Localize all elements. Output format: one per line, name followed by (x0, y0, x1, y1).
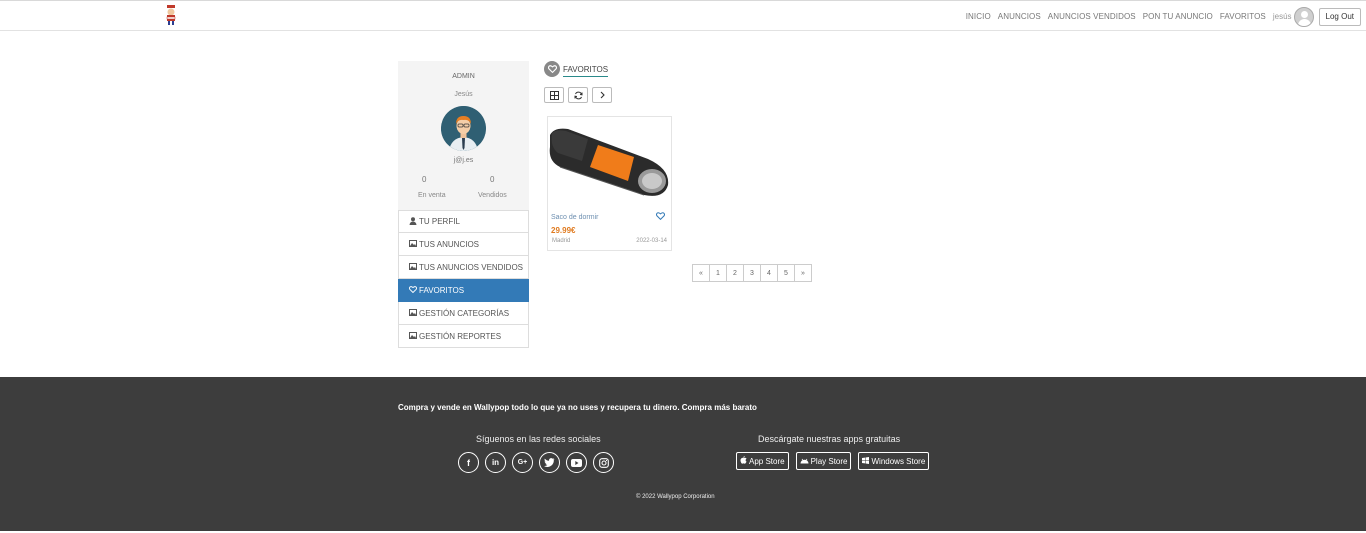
sold-label: Vendidos (478, 192, 507, 199)
menu-label: GESTIÓN REPORTES (419, 331, 502, 341)
nav-anuncios[interactable]: ANUNCIOS (998, 12, 1041, 21)
menu-label: TUS ANUNCIOS VENDIDOS (419, 262, 524, 272)
profile-menu: TU PERFIL TUS ANUNCIOS TUS ANUNCIOS VEND… (398, 210, 529, 348)
play-store-button[interactable]: Play Store (795, 452, 852, 470)
product-location: Madrid (552, 238, 571, 244)
pagination-page-1[interactable]: 1 (709, 264, 727, 282)
image-icon (408, 239, 417, 249)
main-nav: INICIO ANUNCIOS ANUNCIOS VENDIDOS PON TU… (966, 1, 1366, 32)
app-store-label: App Store (749, 456, 785, 466)
profile-email: j@j.es (453, 157, 474, 164)
copyright: © 2022 Wallypop Corporation (636, 494, 715, 500)
menu-tus-anuncios[interactable]: TUS ANUNCIOS (398, 233, 529, 256)
footer: Compra y vende en Wallypop todo lo que y… (0, 377, 1366, 531)
logout-button[interactable]: Log Out (1318, 7, 1361, 26)
product-date: 2022-03-14 (636, 238, 667, 244)
favorites-header: FAVORITOS (544, 61, 609, 77)
menu-label: FAVORITOS (419, 285, 465, 295)
menu-label: TU PERFIL (419, 217, 460, 226)
windows-store-label: Windows Store (871, 456, 926, 466)
favorites-toolbar (544, 87, 616, 103)
twitter-icon[interactable] (539, 452, 560, 473)
wallypop-logo-icon[interactable] (163, 4, 179, 26)
google-plus-icon[interactable]: G+ (512, 452, 533, 473)
nav-pon-tu-anuncio[interactable]: PON TU ANUNCIO (1143, 12, 1213, 21)
profile-name: Jesús (454, 91, 473, 98)
menu-tus-anuncios-vendidos[interactable]: TUS ANUNCIOS VENDIDOS (398, 256, 529, 279)
linkedin-icon[interactable]: in (485, 452, 506, 473)
product-name[interactable]: Saco de dormir (551, 214, 598, 221)
user-avatar-icon[interactable] (1293, 6, 1314, 27)
nav-username[interactable]: jesús (1273, 12, 1292, 21)
windows-icon (862, 456, 870, 466)
image-icon (408, 308, 417, 318)
pagination: « 1 2 3 4 5 » (692, 264, 812, 282)
sold-count: 0 (490, 175, 495, 184)
image-icon (408, 262, 417, 272)
profile-role: ADMIN (452, 73, 475, 80)
product-price: 29.99€ (551, 226, 576, 235)
product-image[interactable] (548, 117, 671, 207)
menu-label: GESTIÓN CATEGORÍAS (419, 308, 510, 318)
for-sale-count: 0 (422, 175, 427, 184)
social-links: f in G+ (458, 452, 620, 473)
menu-favoritos[interactable]: FAVORITOS (398, 279, 529, 302)
nav-inicio[interactable]: INICIO (966, 12, 991, 21)
product-card[interactable]: Saco de dormir 29.99€ Madrid 2022-03-14 (547, 116, 672, 251)
apple-icon (740, 456, 747, 466)
menu-label: TUS ANUNCIOS (419, 239, 480, 249)
refresh-icon (574, 91, 582, 99)
nav-anuncios-vendidos[interactable]: ANUNCIOS VENDIDOS (1048, 12, 1136, 21)
favorites-title[interactable]: FAVORITOS (563, 65, 609, 77)
profile-card: ADMIN Jesús j@j.es 0 0 En venta Vendidos (398, 61, 529, 210)
grid-view-button[interactable] (544, 87, 564, 103)
image-icon (408, 331, 417, 341)
top-navbar: INICIO ANUNCIOS ANUNCIOS VENDIDOS PON TU… (0, 0, 1366, 31)
profile-avatar (441, 106, 486, 151)
grid-icon (549, 90, 559, 100)
menu-gestion-categorias[interactable]: GESTIÓN CATEGORÍAS (398, 302, 529, 325)
next-button[interactable] (592, 87, 612, 103)
pagination-prev[interactable]: « (692, 264, 710, 282)
pagination-page-4[interactable]: 4 (760, 264, 778, 282)
facebook-icon[interactable]: f (458, 452, 479, 473)
pagination-next[interactable]: » (794, 264, 812, 282)
heart-icon (544, 61, 560, 77)
instagram-icon[interactable] (593, 452, 614, 473)
pagination-page-2[interactable]: 2 (726, 264, 744, 282)
chevron-right-icon (600, 91, 605, 99)
pagination-page-5[interactable]: 5 (777, 264, 795, 282)
apps-title: Descárgate nuestras apps gratuitas (758, 434, 901, 444)
for-sale-label: En venta (418, 192, 446, 199)
app-store-links: App Store Play Store Windows Store (736, 452, 936, 470)
nav-favoritos[interactable]: FAVORITOS (1220, 12, 1266, 21)
footer-tagline: Compra y vende en Wallypop todo lo que y… (398, 403, 757, 412)
menu-gestion-reportes[interactable]: GESTIÓN REPORTES (398, 325, 529, 348)
pagination-page-3[interactable]: 3 (743, 264, 761, 282)
app-store-button[interactable]: App Store (736, 452, 789, 470)
youtube-icon[interactable] (566, 452, 587, 473)
windows-store-button[interactable]: Windows Store (858, 452, 930, 470)
refresh-button[interactable] (568, 87, 588, 103)
menu-tu-perfil[interactable]: TU PERFIL (398, 210, 529, 233)
favorite-heart-icon[interactable] (656, 212, 665, 222)
heart-icon (408, 285, 417, 295)
social-title: Síguenos en las redes sociales (476, 434, 601, 444)
user-icon (408, 216, 417, 227)
play-store-label: Play Store (810, 456, 848, 466)
android-icon (800, 457, 809, 466)
